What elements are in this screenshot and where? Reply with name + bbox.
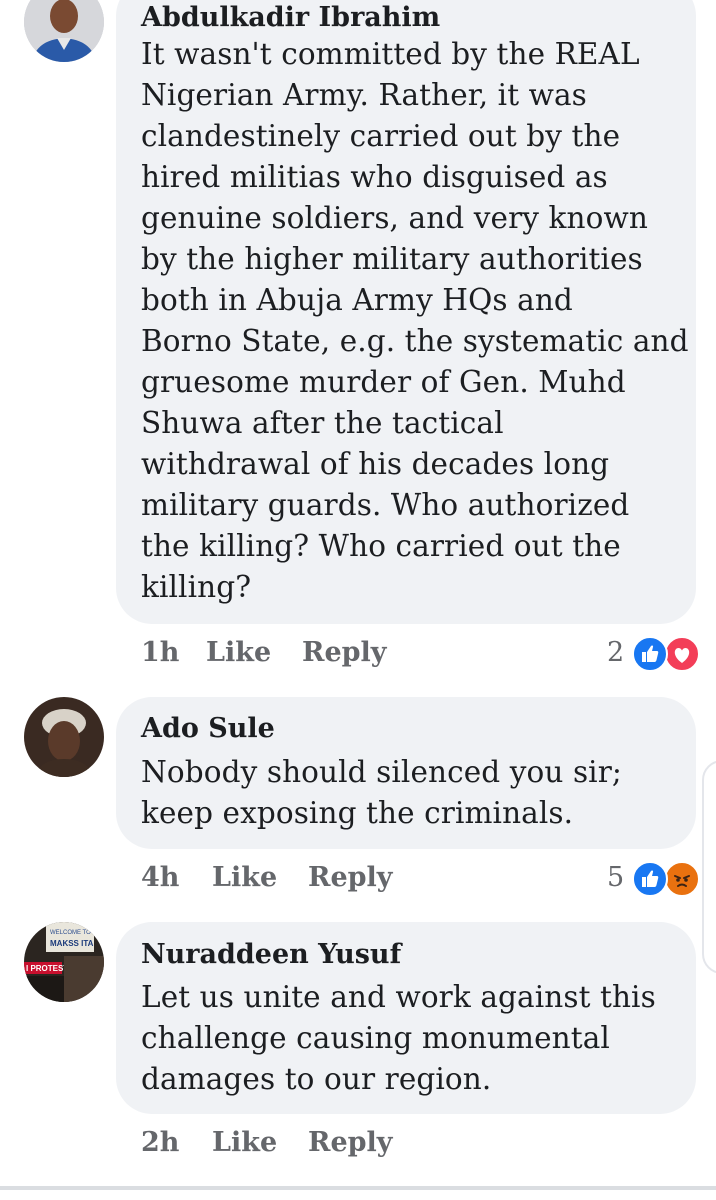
like-icon[interactable]: [632, 636, 668, 672]
avatar-photo: [24, 0, 104, 62]
comment-text-line: damages to our region.: [141, 1062, 492, 1096]
comment-author[interactable]: Ado Sule: [141, 713, 275, 744]
sign-text: WELCOME TO: [50, 930, 91, 936]
reply-button[interactable]: Reply: [308, 1127, 392, 1158]
reply-button[interactable]: Reply: [308, 862, 392, 893]
comment-text-line: Nigerian Army. Rather, it was: [141, 78, 587, 112]
comment-text-line: killing?: [141, 570, 252, 604]
avatar-photo: WELCOME TO MAKSS ITA I PROTEST: [24, 922, 104, 1002]
comment-text-line: by the higher military authorities: [141, 242, 643, 276]
love-icon[interactable]: [664, 636, 700, 672]
comment-text-line: Borno State, e.g. the systematic and: [141, 324, 689, 358]
reaction-count[interactable]: 5: [607, 862, 624, 893]
comment-timestamp[interactable]: 4h: [141, 862, 179, 893]
protest-label: I PROTEST: [26, 964, 68, 973]
comment-text-line: genuine soldiers, and very known: [141, 201, 648, 235]
comment-text-line: hired militias who disguised as: [141, 160, 608, 194]
comment-text-line: It wasn't committed by the REAL: [141, 37, 640, 71]
avatar-ado-sule[interactable]: [24, 697, 104, 777]
comment-text-line: Let us unite and work against this: [141, 980, 656, 1014]
avatar-nuraddeen-yusuf[interactable]: WELCOME TO MAKSS ITA I PROTEST: [24, 922, 104, 1002]
comment-text-line: withdrawal of his decades long: [141, 447, 610, 481]
avatar-abdulkadir-ibrahim[interactable]: [24, 0, 104, 62]
comment-author[interactable]: Nuraddeen Yusuf: [141, 939, 401, 970]
reply-button[interactable]: Reply: [302, 637, 386, 668]
comment-text-line: Shuwa after the tactical: [141, 406, 504, 440]
comment-timestamp[interactable]: 1h: [141, 637, 179, 668]
side-panel-handle[interactable]: [702, 760, 716, 974]
avatar-photo: [24, 697, 104, 777]
like-button[interactable]: Like: [212, 862, 277, 893]
comment-text-line: challenge causing monumental: [141, 1021, 610, 1055]
sign-text: MAKSS ITA: [50, 939, 94, 948]
comment-timestamp[interactable]: 2h: [141, 1127, 179, 1158]
like-icon[interactable]: [632, 861, 668, 897]
comment-author[interactable]: Abdulkadir Ibrahim: [141, 2, 440, 33]
bottom-divider: [0, 1186, 716, 1190]
like-button[interactable]: Like: [212, 1127, 277, 1158]
comment-text-line: gruesome murder of Gen. Muhd: [141, 365, 626, 399]
comment-text-line: Nobody should silenced you sir;: [141, 755, 622, 789]
comment-text-line: the killing? Who carried out the: [141, 529, 621, 563]
angry-icon[interactable]: [664, 861, 700, 897]
comment-text-line: clandestinely carried out by the: [141, 119, 621, 153]
reaction-count[interactable]: 2: [607, 637, 624, 668]
comment-text-line: keep exposing the criminals.: [141, 796, 574, 830]
like-button[interactable]: Like: [206, 637, 271, 668]
comment-text-line: military guards. Who authorized: [141, 488, 630, 522]
comment-text-line: both in Abuja Army HQs and: [141, 283, 573, 317]
